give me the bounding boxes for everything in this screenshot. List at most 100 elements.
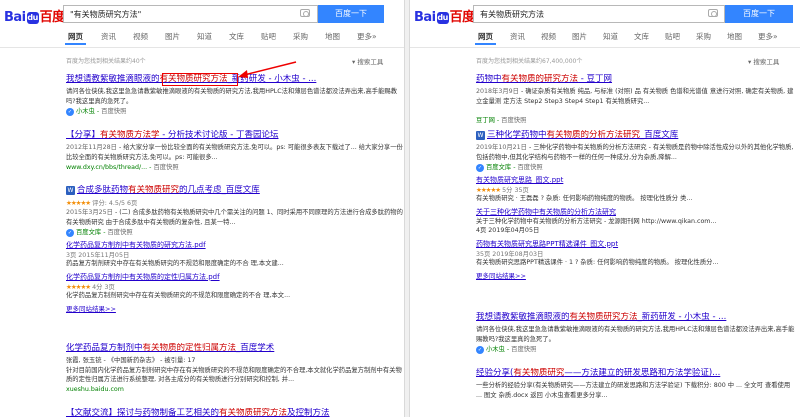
source-url[interactable]: 百度文库 [486, 164, 511, 171]
source-url[interactable]: 小木虫 [486, 346, 505, 353]
snapshot-link[interactable]: 百度快照 [501, 117, 526, 124]
tab-tieba[interactable]: 贴吧 [261, 31, 276, 42]
source-url[interactable]: 百度文库 [76, 229, 101, 236]
logo-text-bai: Bai [414, 10, 436, 25]
sub-result-abstract: 化学药品复方制剂研究中存在有关物质研究的不规范和限度确定的不合 理,本文... [66, 291, 291, 299]
tab-caigou[interactable]: 采购 [293, 31, 308, 42]
result-title[interactable]: 药物中有关物质的研究方法 - 豆丁网 [476, 74, 796, 85]
title-text: ——方法建立的研发思路和方法学验证)... [564, 368, 721, 378]
search-result: 【分享】有关物质方法学 - 分析技术讨论版 - 丁香园论坛 2012年11月28… [66, 130, 404, 172]
result-source[interactable]: xueshu.baidu.com [66, 385, 404, 394]
title-highlight: 有关物质研究方法 [569, 312, 638, 322]
tab-news[interactable]: 资讯 [101, 31, 116, 42]
camera-icon[interactable] [708, 9, 718, 17]
word-doc-icon: W [476, 131, 485, 140]
snapshot-link[interactable]: 百度快照 [101, 108, 126, 115]
abstract-text: - 给大家分享一份比较全面的有关物质研究方法,免可以。ps: 可能很多表友下载过… [66, 144, 403, 161]
funnel-icon: ▾ [748, 58, 752, 66]
search-tabs: 网页 资讯 视频 图片 知道 文库 贴吧 采购 地图 更多» [65, 31, 398, 45]
tab-news[interactable]: 资讯 [510, 31, 525, 42]
verified-icon: ✓ [476, 164, 484, 172]
search-tools-button[interactable]: ▾ 搜索工具 [748, 56, 779, 66]
more-site-results-link[interactable]: 更多同站结果>> [66, 303, 404, 313]
more-site-results-link[interactable]: 更多同站结果>> [476, 270, 796, 280]
search-tabs: 网页 资讯 视频 图片 知道 文库 贴吧 采购 地图 更多» [475, 31, 798, 45]
result-title[interactable]: 【文献交流】探讨与药物制备工艺相关的有关物质研究方法及控制方法 [66, 408, 404, 417]
search-header: Bai du 百度 "有关物质研究方法" 百度一下 [0, 0, 404, 26]
source-url[interactable]: 小木虫 [76, 108, 95, 115]
result-source: ✓ 百度文库 - 百度快照 [66, 229, 133, 237]
annotation-box [162, 73, 238, 86]
title-text: _百度文库 [640, 130, 679, 140]
tab-zhidao[interactable]: 知道 [603, 31, 618, 42]
star-rating-icon: ★★★★★ [66, 199, 91, 207]
result-abstract: 2012年11月28日 - 给大家分享一份比较全面的有关物质研究方法,免可以。p… [66, 143, 404, 162]
tab-video[interactable]: 视频 [541, 31, 556, 42]
annotation-arrow-icon [238, 61, 297, 78]
tab-web[interactable]: 网页 [475, 31, 496, 45]
title-text: 三种化学药物中 [487, 130, 547, 140]
search-input[interactable]: 有关物质研究方法 [473, 5, 725, 23]
title-highlight: 有关物质的分析方法研究 [546, 130, 641, 140]
tab-images[interactable]: 图片 [572, 31, 587, 42]
baidu-logo[interactable]: Bai du 百度 [4, 6, 65, 25]
title-highlight: 有关物质研究 [128, 185, 180, 195]
sub-result-title[interactable]: 药物有关物质研究思路PPT精选课件_图文.ppt [476, 239, 796, 249]
search-result: W 三种化学药物中有关物质的分析方法研究_百度文库 2019年10月21日 - 三… [476, 130, 796, 280]
tab-map[interactable]: 地图 [727, 31, 742, 42]
sub-result-title[interactable]: 化学药品复方制剂中有关物质的定性归属方法.pdf [66, 272, 404, 282]
result-title[interactable]: W 合成多肽药物有关物质研究的几点考虑_百度文库 [66, 185, 404, 196]
title-text: 及控制方法 [287, 408, 330, 417]
source-url[interactable]: www.dxy.cn/bbs/thread/... [66, 164, 147, 171]
result-abstract: 请问各位侠侠,我这里急急请教紫敏推滴眼液的有关物质的研究方法,我用HPLC法和薄… [66, 88, 397, 105]
abstract-text: - 确证杂质有关物质 纯品, 与标准 (对照) 品 有关物质 色谱和光谱值 意进… [476, 88, 794, 105]
title-text: 我想请教紫敏推滴眼液的 [476, 312, 570, 322]
result-title[interactable]: 【分享】有关物质方法学 - 分析技术讨论版 - 丁香园论坛 [66, 130, 404, 141]
search-tools-label: 搜索工具 [753, 58, 780, 66]
result-title[interactable]: 化学药品复方制剂中有关物质的定性归属方法_百度学术 [66, 343, 404, 354]
star-rating-icon: ★★★★★ [476, 186, 501, 194]
title-text: 【分享】 [66, 130, 101, 140]
title-text: 合成多肽药物 [77, 185, 129, 195]
search-result: W 合成多肽药物有关物质研究的几点考虑_百度文库 ★★★★★ 评分: 4.5/5 … [66, 185, 404, 313]
tab-tieba[interactable]: 贴吧 [665, 31, 680, 42]
tab-caigou[interactable]: 采购 [696, 31, 711, 42]
search-button[interactable]: 百度一下 [725, 5, 793, 23]
tab-images[interactable]: 图片 [165, 31, 180, 42]
result-abstract: 张霞, 张玉铳 - 《中国新药杂志》 - 被引量: 17 针对目前国内化学药品复… [66, 357, 402, 383]
result-title[interactable]: 经验分享(有关物质研究——方法建立的研发思路和方法学验证)... [476, 368, 796, 379]
title-text: 药物中 [476, 74, 502, 84]
result-date: 2019年10月21日 [476, 144, 527, 151]
tab-zhidao[interactable]: 知道 [197, 31, 212, 42]
tab-more[interactable]: 更多» [758, 31, 778, 42]
sub-result-title[interactable]: 化学药品复方制剂中有关物质的研究方法.pdf [66, 240, 404, 250]
title-highlight: 有关物质的研究方法 [501, 74, 579, 84]
sub-result-title[interactable]: 有关物质研究思路_图文.ppt [476, 175, 796, 185]
result-title[interactable]: W 三种化学药物中有关物质的分析方法研究_百度文库 [476, 130, 796, 141]
snapshot-link[interactable]: 百度快照 [107, 229, 132, 236]
snapshot-link[interactable]: 百度快照 [153, 164, 178, 171]
search-tools-label: 搜索工具 [357, 58, 384, 66]
tab-map[interactable]: 地图 [325, 31, 340, 42]
sub-result-title[interactable]: 关于三种化学药物中有关物质的分析方法研究 [476, 207, 796, 217]
tab-more[interactable]: 更多» [357, 31, 377, 42]
sub-result-meta: 35页 2019年08月03日 [476, 250, 544, 258]
search-input[interactable]: "有关物质研究方法" [63, 5, 318, 23]
tab-wenku[interactable]: 文库 [634, 31, 649, 42]
source-url[interactable]: 豆丁网 [476, 117, 495, 124]
tab-wenku[interactable]: 文库 [229, 31, 244, 42]
result-title[interactable]: 我想请教紫敏推滴眼液的有关物质研究方法_新药研发 - 小木虫 - ... [476, 312, 796, 323]
snapshot-link[interactable]: 百度快照 [511, 346, 536, 353]
search-button[interactable]: 百度一下 [318, 5, 384, 23]
baidu-logo[interactable]: Bai du 百度 [414, 6, 475, 25]
word-doc-icon: W [66, 186, 75, 195]
title-text: - 分析技术讨论版 - 丁香园论坛 [159, 130, 279, 140]
camera-icon[interactable] [300, 9, 310, 17]
title-text: _新药研发 - 小木虫 - ... [637, 312, 727, 322]
tab-web[interactable]: 网页 [65, 31, 86, 45]
result-date: 2015年3月25日 [66, 209, 113, 216]
tab-video[interactable]: 视频 [133, 31, 148, 42]
search-tools-button[interactable]: ▾ 搜索工具 [352, 56, 383, 66]
snapshot-link[interactable]: 百度快照 [517, 164, 542, 171]
logo-text-bai: Bai [4, 10, 26, 25]
